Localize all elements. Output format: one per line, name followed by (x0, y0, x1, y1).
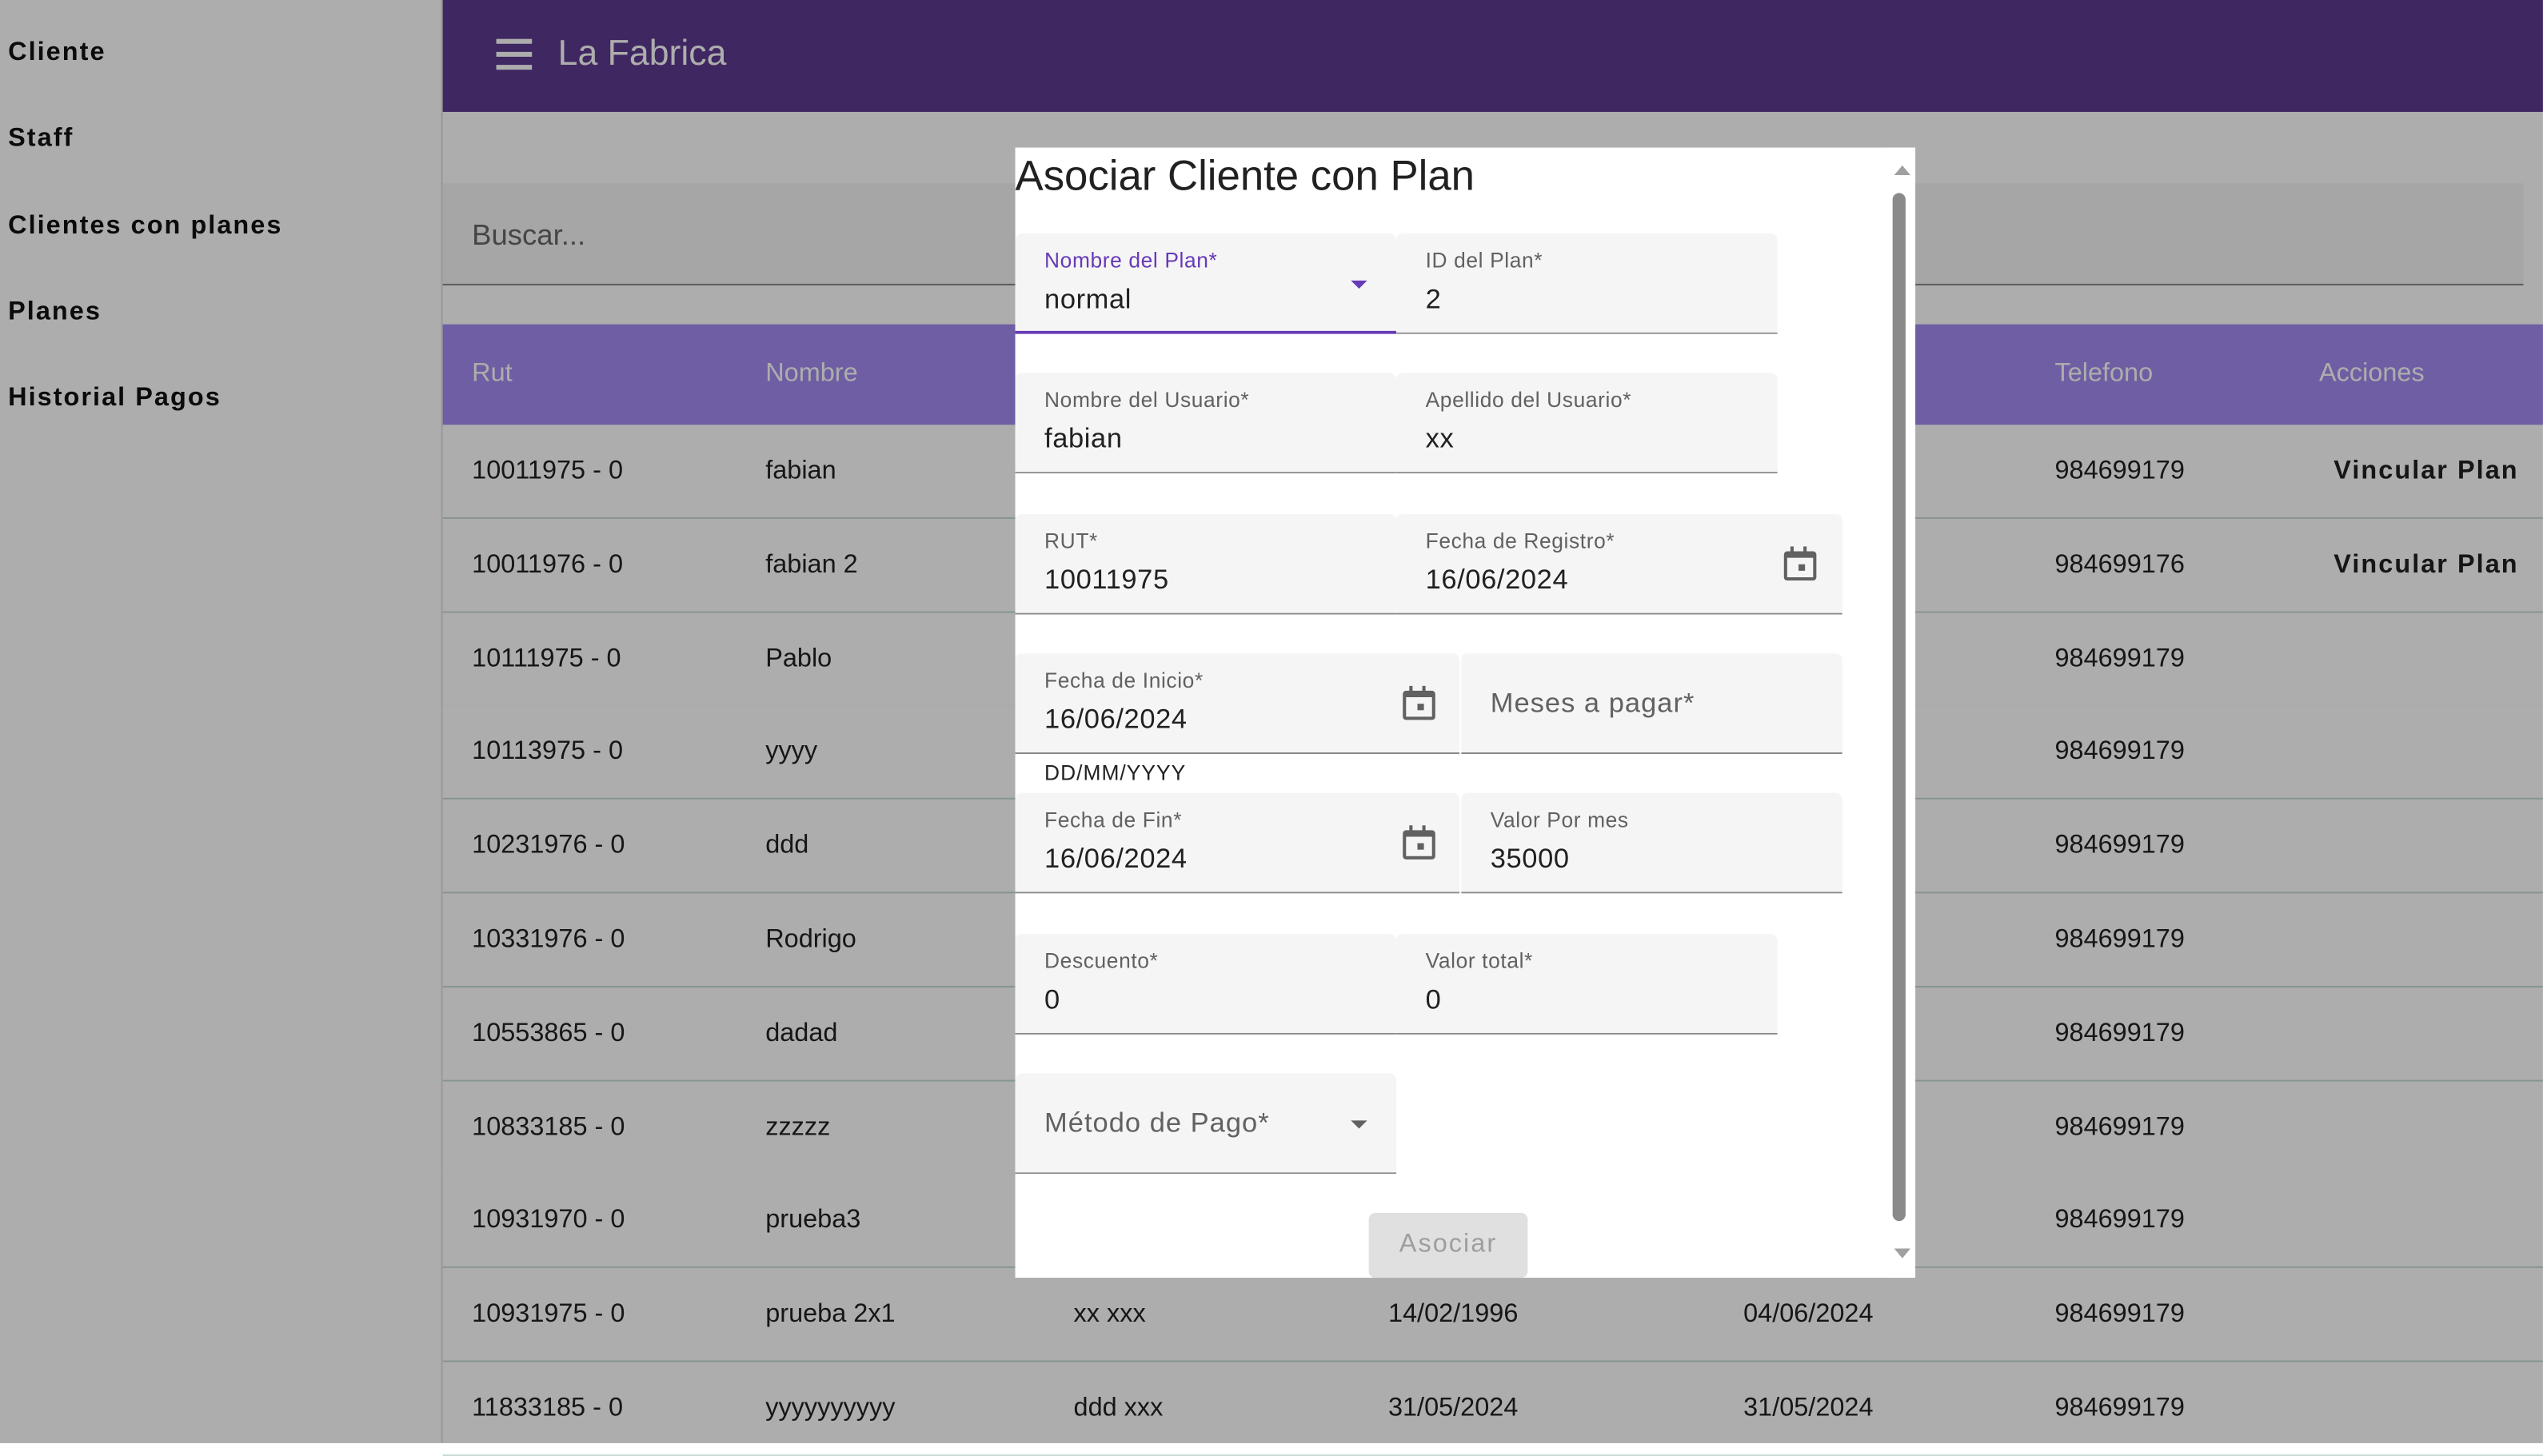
nombre-plan-select[interactable]: Nombre del Plan* normal (1015, 233, 1397, 334)
rut-field[interactable]: RUT* 10011975 (1015, 513, 1397, 615)
meses-pagar-placeholder: Meses a pagar* (1490, 687, 1695, 719)
fecha-registro-label: Fecha de Registro* (1425, 529, 1615, 553)
nombre-usuario-label: Nombre del Usuario* (1044, 387, 1250, 413)
fecha-inicio-value: 16/06/2024 (1044, 704, 1188, 735)
valor-mes-value: 35000 (1490, 843, 1570, 875)
descuento-label: Descuento* (1044, 948, 1159, 973)
nombre-plan-value: normal (1044, 283, 1132, 315)
asociar-plan-dialog: Asociar Cliente con Plan Nombre del Plan… (1015, 147, 1916, 1278)
meses-pagar-field[interactable]: Meses a pagar* (1461, 653, 1842, 755)
apellido-usuario-field[interactable]: Apellido del Usuario* xx (1396, 373, 1778, 474)
nombre-usuario-field[interactable]: Nombre del Usuario* fabian (1015, 373, 1397, 474)
id-plan-value: 2 (1425, 283, 1442, 315)
dialog-scrollbar[interactable] (1887, 147, 1916, 1278)
fecha-fin-label: Fecha de Fin* (1044, 807, 1183, 832)
fecha-inicio-label: Fecha de Inicio* (1044, 668, 1204, 692)
fecha-inicio-hint: DD/MM/YYYY (1044, 760, 1187, 785)
rut-value: 10011975 (1044, 564, 1169, 596)
descuento-value: 0 (1044, 983, 1060, 1015)
chevron-down-icon (1351, 280, 1367, 289)
fecha-registro-value: 16/06/2024 (1425, 564, 1569, 596)
fecha-inicio-field[interactable]: Fecha de Inicio* 16/06/2024 (1015, 653, 1460, 755)
scrollbar-thumb[interactable] (1892, 193, 1906, 1222)
scroll-up-arrow-icon[interactable] (1894, 165, 1910, 176)
valor-mes-label: Valor Por mes (1490, 807, 1629, 832)
scroll-down-arrow-icon[interactable] (1894, 1248, 1910, 1259)
calendar-icon[interactable] (1401, 825, 1435, 860)
asociar-button[interactable]: Asociar (1368, 1212, 1528, 1278)
metodo-pago-select[interactable]: Método de Pago* (1015, 1073, 1397, 1175)
metodo-pago-placeholder: Método de Pago* (1044, 1107, 1270, 1139)
valor-total-value: 0 (1425, 983, 1442, 1015)
descuento-field[interactable]: Descuento* 0 (1015, 934, 1397, 1035)
fecha-fin-value: 16/06/2024 (1044, 843, 1188, 875)
chevron-down-icon (1351, 1120, 1367, 1129)
nombre-usuario-value: fabian (1044, 423, 1123, 454)
valor-total-field[interactable]: Valor total* 0 (1396, 934, 1778, 1035)
id-plan-field[interactable]: ID del Plan* 2 (1396, 233, 1778, 334)
nombre-plan-label: Nombre del Plan* (1044, 248, 1218, 273)
valor-mes-field[interactable]: Valor Por mes 35000 (1461, 792, 1842, 894)
valor-total-label: Valor total* (1425, 948, 1533, 973)
apellido-usuario-value: xx (1425, 423, 1455, 454)
id-plan-label: ID del Plan* (1425, 248, 1543, 273)
dialog-title: Asociar Cliente con Plan (1015, 150, 1475, 200)
fecha-registro-field[interactable]: Fecha de Registro* 16/06/2024 (1396, 513, 1842, 615)
calendar-icon[interactable] (1401, 685, 1435, 720)
apellido-usuario-label: Apellido del Usuario* (1425, 387, 1632, 413)
calendar-icon[interactable] (1782, 546, 1817, 581)
fecha-fin-field[interactable]: Fecha de Fin* 16/06/2024 (1015, 792, 1460, 894)
rut-label: RUT* (1044, 529, 1098, 553)
